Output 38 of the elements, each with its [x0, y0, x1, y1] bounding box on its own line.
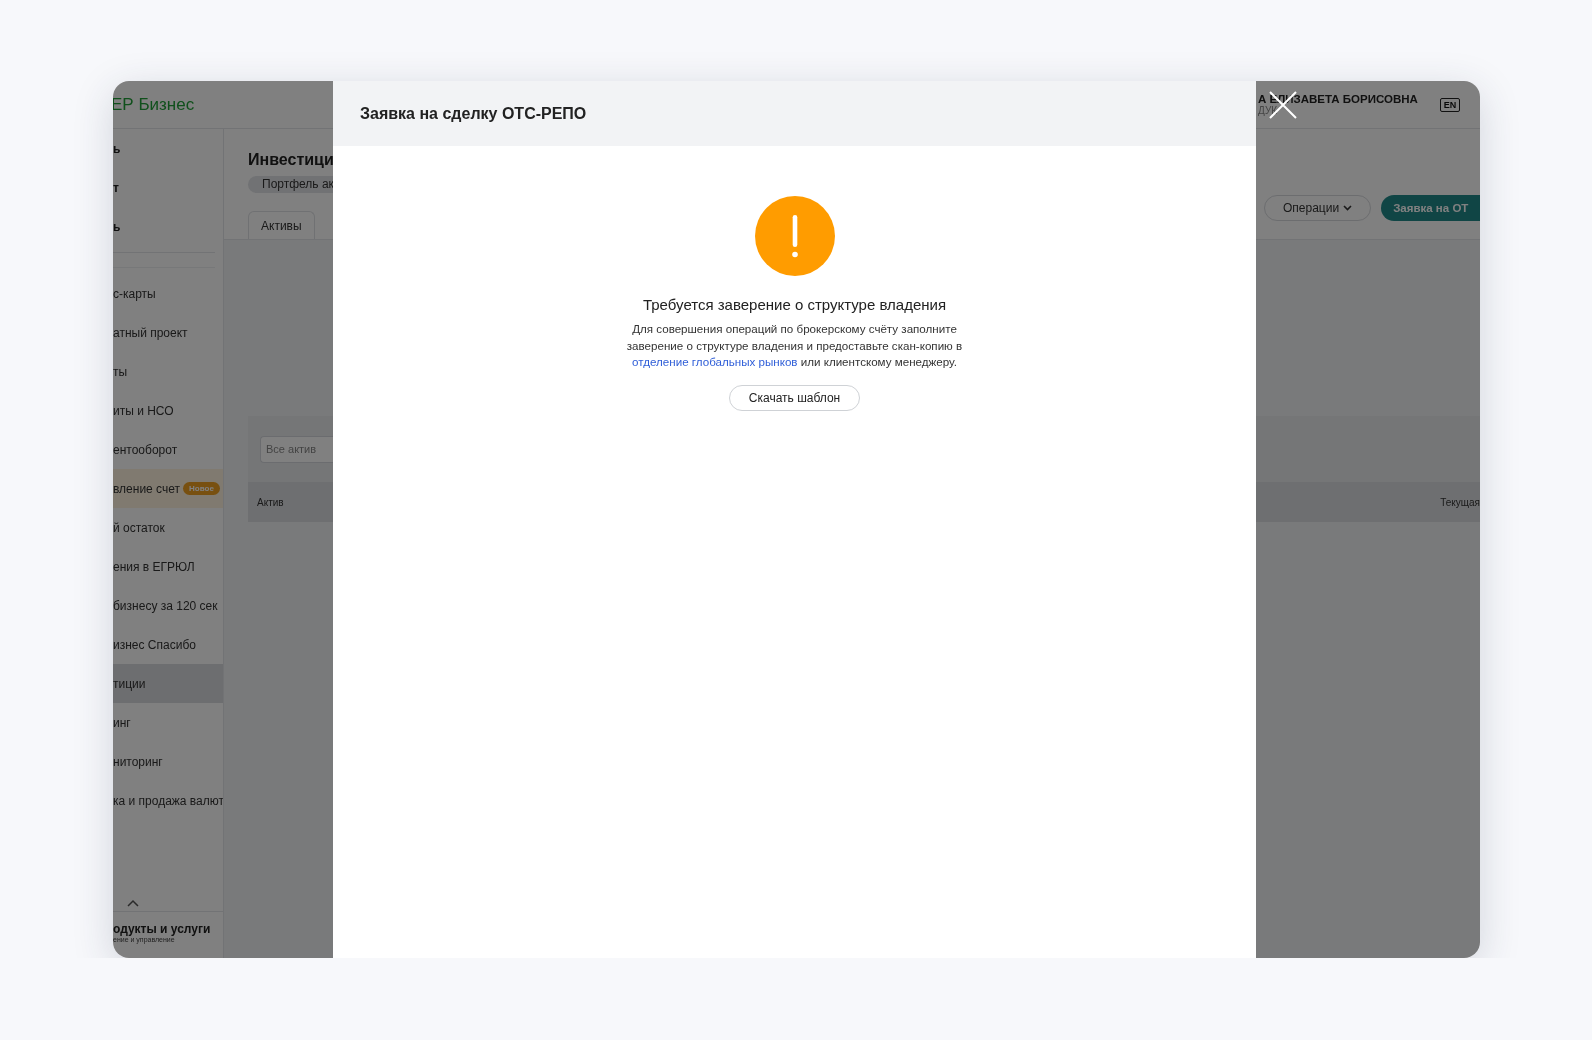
sidebar-item[interactable]: ты — [113, 352, 223, 391]
request-button[interactable]: Заявка на ОТ — [1381, 195, 1480, 221]
chevron-up-icon[interactable] — [127, 899, 139, 907]
sidebar-item[interactable]: бизнесу за 120 сек — [113, 586, 223, 625]
department-link[interactable]: отделение глобальных рынков — [632, 355, 798, 368]
filter-field[interactable]: Все актив — [260, 435, 333, 463]
sidebar-item[interactable]: изнес Спасибо — [113, 625, 223, 664]
sidebar-item[interactable]: т — [113, 168, 223, 207]
sidebar-item-label: вление счет — [113, 481, 180, 496]
logo[interactable]: ЕР Бизнес — [113, 94, 195, 115]
sidebar-item[interactable]: инг — [113, 703, 223, 742]
chevron-down-icon — [1343, 205, 1353, 211]
sidebar-item[interactable]: атный проект — [113, 313, 223, 352]
sidebar-item[interactable]: ь — [113, 129, 223, 168]
tab[interactable]: Активы — [248, 211, 315, 239]
sidebar-item[interactable]: тиции — [113, 664, 223, 703]
warning-heading: Требуется заверение о структуре владения — [642, 296, 947, 313]
warning-icon — [754, 196, 835, 276]
operations-button[interactable]: Операции — [1264, 195, 1372, 221]
page-title: Инвестици — [248, 151, 333, 170]
user-subtitle: ДУК — [1258, 105, 1279, 116]
new-badge: Новое — [183, 482, 220, 495]
sidebar-item[interactable]: й остаток — [113, 508, 223, 547]
warning-message: Для совершения операций по брокерскому счёту заполните заверение о структуре владения и предоставьте скан-копию в отделение глобальных рынков или клиентскому менеджеру. — [625, 321, 964, 370]
sidebar-item[interactable]: ка и продажа валют — [113, 781, 223, 820]
sidebar-item[interactable]: иты и НСО — [113, 391, 223, 430]
sidebar-item[interactable]: ь — [113, 207, 223, 246]
download-template-button[interactable]: Скачать шаблон — [728, 384, 861, 411]
modal-title: Заявка на сделку ОТС-РЕПО — [333, 81, 1256, 146]
column-header: Текущая — [1440, 496, 1480, 508]
sidebar-item[interactable]: ения в ЕГРЮЛ — [113, 547, 223, 586]
sidebar-item[interactable]: ниторинг — [113, 742, 223, 781]
language-button[interactable]: EN — [1439, 97, 1461, 112]
column-header: Актив — [257, 496, 284, 508]
products-title[interactable]: одукты и услуги — [113, 922, 223, 936]
sidebar-item[interactable]: ентооборот — [113, 430, 223, 469]
sidebar-item[interactable]: вление счет Новое — [113, 469, 223, 508]
sidebar-item[interactable]: с-карты — [113, 274, 223, 313]
